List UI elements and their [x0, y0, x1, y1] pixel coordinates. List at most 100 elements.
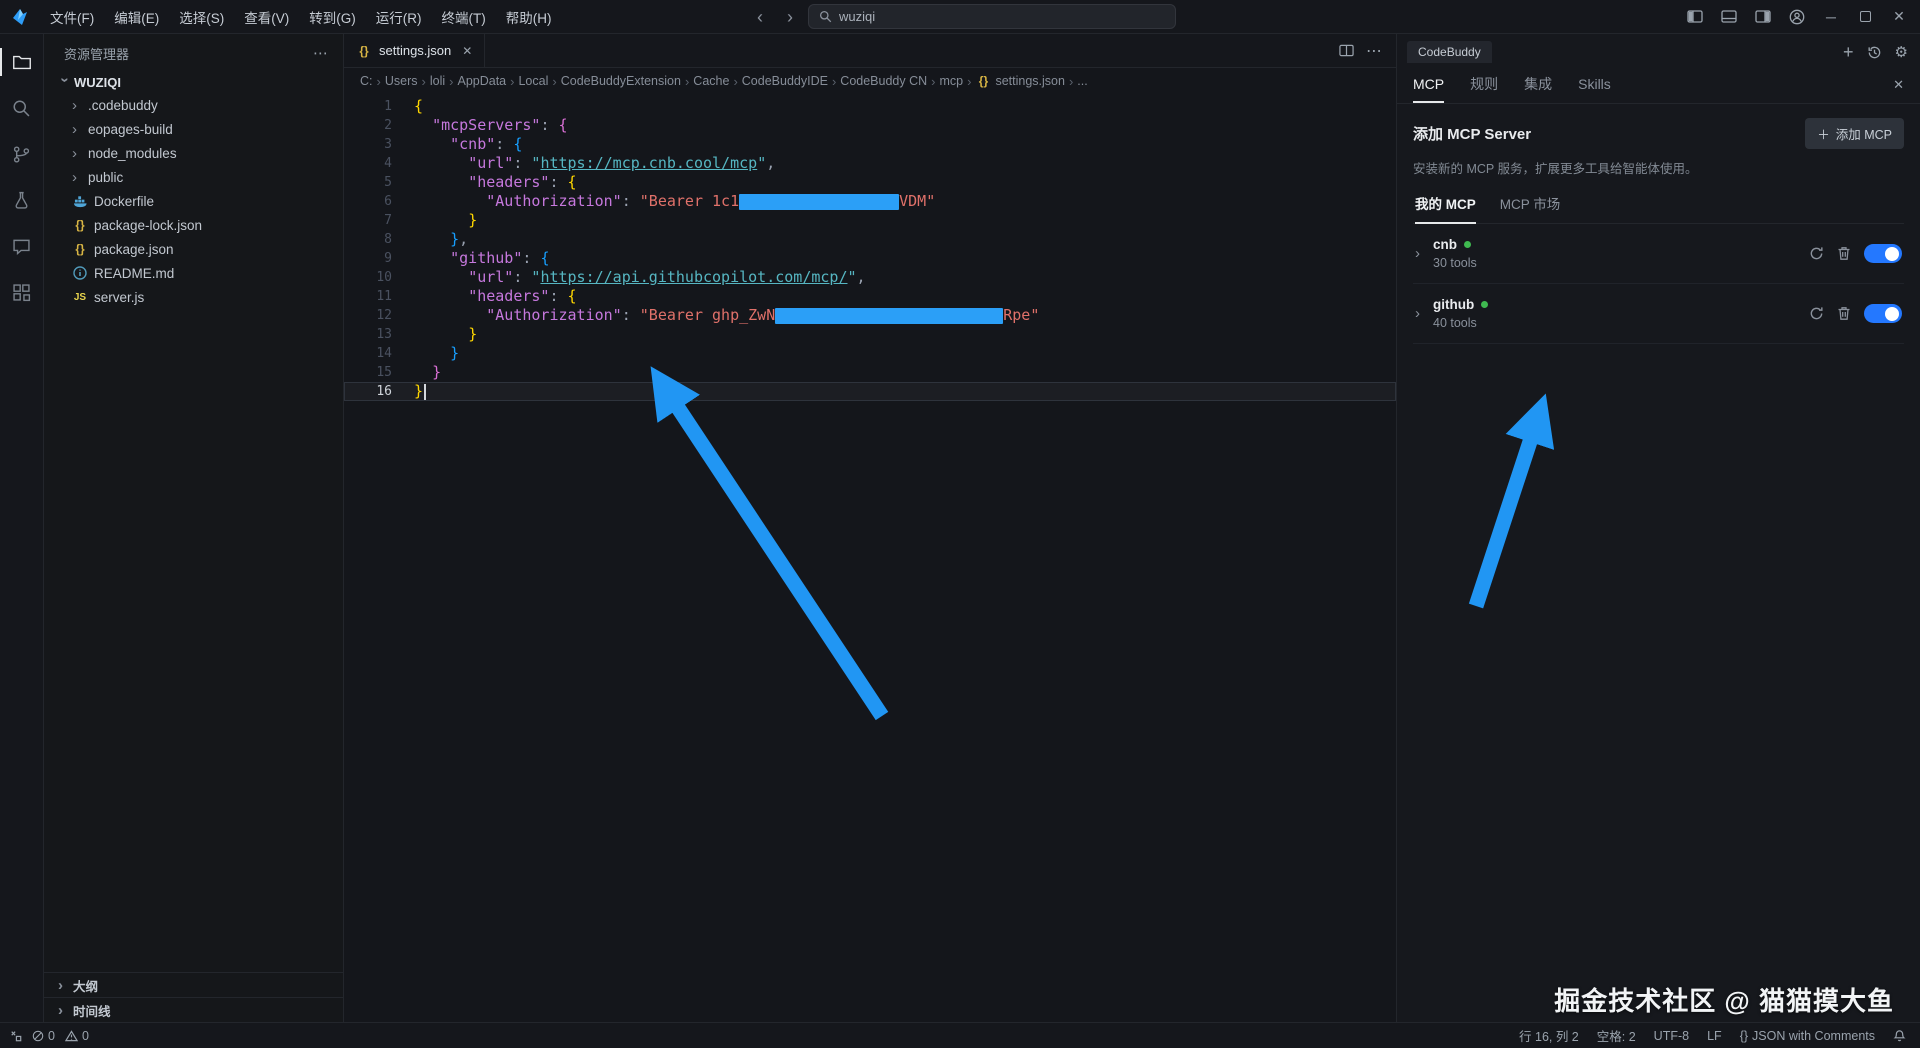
encoding-setting[interactable]: UTF-8 [1654, 1029, 1689, 1043]
breadcrumb-item[interactable]: loli [430, 74, 445, 88]
breadcrumb-item[interactable]: CodeBuddyIDE [742, 74, 828, 88]
close-button[interactable]: ✕ [1884, 4, 1914, 30]
menu-item[interactable]: 编辑(E) [104, 3, 169, 31]
layout-sidebar-right-icon[interactable] [1748, 4, 1778, 30]
code-line[interactable]: 8 }, [344, 230, 1396, 249]
code-line[interactable]: 15 } [344, 363, 1396, 382]
file-row[interactable]: JS server.js [44, 285, 343, 309]
code-line[interactable]: 5 "headers": { [344, 173, 1396, 192]
explorer-icon[interactable] [0, 42, 44, 82]
code-line[interactable]: 12 "Authorization": "Bearer ghp_ZwN Rpe" [344, 306, 1396, 325]
cursor-position[interactable]: 行 16, 列 2 [1519, 1026, 1579, 1045]
maximize-button[interactable] [1850, 4, 1880, 30]
code-line[interactable]: 9 "github": { [344, 249, 1396, 268]
project-root-row[interactable]: › WUZIQI [44, 72, 343, 93]
indentation-setting[interactable]: 空格: 2 [1597, 1026, 1636, 1045]
breadcrumb-item[interactable]: CodeBuddyExtension [561, 74, 681, 88]
timeline-section[interactable]: › 时间线 [44, 997, 343, 1022]
breadcrumb-item[interactable]: CodeBuddy CN [840, 74, 927, 88]
code-line[interactable]: 2 "mcpServers": { [344, 116, 1396, 135]
add-mcp-button[interactable]: ＋ 添加 MCP [1805, 118, 1904, 149]
panel-close-icon[interactable]: ✕ [1893, 77, 1904, 93]
minimize-button[interactable]: ─ [1816, 4, 1846, 30]
account-icon[interactable] [1782, 4, 1812, 30]
trash-icon[interactable] [1837, 246, 1851, 261]
menu-item[interactable]: 查看(V) [234, 3, 299, 31]
tab-settings-json[interactable]: {} settings.json ✕ [344, 34, 486, 67]
file-row[interactable]: Dockerfile [44, 189, 343, 213]
language-mode[interactable]: {} JSON with Comments [1740, 1029, 1875, 1043]
trash-icon[interactable] [1837, 306, 1851, 321]
tab-集成[interactable]: 集成 [1524, 66, 1552, 103]
file-row[interactable]: README.md [44, 261, 343, 285]
breadcrumb-item[interactable]: {} settings.json [975, 74, 1065, 88]
code-line[interactable]: 10 "url": "https://api.githubcopilot.com… [344, 268, 1396, 287]
breadcrumb-item[interactable]: Users [385, 74, 418, 88]
folder-row[interactable]: › eopages-build [44, 117, 343, 141]
chevron-right-icon[interactable]: › [1415, 306, 1425, 321]
menu-item[interactable]: 文件(F) [40, 3, 104, 31]
menu-item[interactable]: 转到(G) [299, 3, 366, 31]
chevron-right-icon[interactable]: › [1415, 246, 1425, 261]
layout-sidebar-left-icon[interactable] [1680, 4, 1710, 30]
eol-setting[interactable]: LF [1707, 1029, 1722, 1043]
tab-规则[interactable]: 规则 [1470, 66, 1498, 103]
history-back-button[interactable]: ‹ [748, 5, 772, 29]
explorer-more-actions-icon[interactable]: ⋯ [313, 44, 329, 62]
breadcrumb-item[interactable]: ... [1077, 74, 1087, 88]
breadcrumb-item[interactable]: mcp [940, 74, 964, 88]
mcp-enabled-toggle[interactable] [1864, 244, 1902, 263]
code-line[interactable]: 1{ [344, 97, 1396, 116]
codebuddy-chat-icon[interactable] [0, 226, 44, 266]
breadcrumb-item[interactable]: AppData [457, 74, 506, 88]
menu-item[interactable]: 运行(R) [366, 3, 432, 31]
code-line[interactable]: 7 } [344, 211, 1396, 230]
subtab[interactable]: MCP 市场 [1500, 193, 1561, 224]
subtab[interactable]: 我的 MCP [1415, 193, 1476, 224]
tab-close-icon[interactable]: ✕ [462, 44, 472, 58]
outline-section[interactable]: › 大纲 [44, 972, 343, 997]
breadcrumb-item[interactable]: C: [360, 74, 373, 88]
folder-row[interactable]: › public [44, 165, 343, 189]
folder-row[interactable]: › node_modules [44, 141, 343, 165]
remote-window-icon[interactable] [10, 1030, 22, 1042]
history-forward-button[interactable]: › [778, 5, 802, 29]
code-line[interactable]: 13 } [344, 325, 1396, 344]
menu-item[interactable]: 帮助(H) [496, 3, 562, 31]
split-editor-icon[interactable] [1339, 44, 1354, 57]
editor-more-actions-icon[interactable]: ⋯ [1366, 41, 1382, 61]
menu-item[interactable]: 选择(S) [169, 3, 234, 31]
folder-row[interactable]: › .codebuddy [44, 93, 343, 117]
extensions-icon[interactable] [0, 272, 44, 312]
code-line[interactable]: 16} [344, 382, 1396, 401]
search-sidebar-icon[interactable] [0, 88, 44, 128]
test-flask-icon[interactable] [0, 180, 44, 220]
layout-panel-icon[interactable] [1714, 4, 1744, 30]
tab-mcp[interactable]: MCP [1413, 66, 1445, 103]
warnings-indicator[interactable]: 0 [64, 1029, 89, 1043]
codebuddy-tabs: MCP 规则 集成 Skills ✕ [1397, 66, 1920, 104]
menu-item[interactable]: 终端(T) [432, 3, 496, 31]
breadcrumb-item[interactable]: Local [518, 74, 548, 88]
errors-indicator[interactable]: 0 [32, 1029, 55, 1043]
history-icon[interactable] [1867, 45, 1882, 60]
source-control-icon[interactable] [0, 134, 44, 174]
notifications-bell-icon[interactable] [1893, 1029, 1906, 1042]
code-line[interactable]: 3 "cnb": { [344, 135, 1396, 154]
file-row[interactable]: {} package.json [44, 237, 343, 261]
code-line[interactable]: 6 "Authorization": "Bearer 1c1 VDM" [344, 192, 1396, 211]
code-editor[interactable]: 1{2 "mcpServers": {3 "cnb": {4 "url": "h… [344, 94, 1396, 1022]
code-line[interactable]: 4 "url": "https://mcp.cnb.cool/mcp", [344, 154, 1396, 173]
code-line[interactable]: 14 } [344, 344, 1396, 363]
search-input[interactable]: wuziqi [808, 4, 1176, 29]
refresh-icon[interactable] [1809, 246, 1824, 261]
code-line[interactable]: 11 "headers": { [344, 287, 1396, 306]
tab-skills[interactable]: Skills [1578, 66, 1611, 103]
refresh-icon[interactable] [1809, 306, 1824, 321]
settings-gear-icon[interactable]: ⚙ [1895, 43, 1908, 61]
file-row[interactable]: {} package-lock.json [44, 213, 343, 237]
breadcrumb-item[interactable]: Cache [693, 74, 729, 88]
mcp-enabled-toggle[interactable] [1864, 304, 1902, 323]
line-number: 11 [376, 289, 392, 304]
new-chat-plus-icon[interactable]: + [1843, 42, 1854, 63]
